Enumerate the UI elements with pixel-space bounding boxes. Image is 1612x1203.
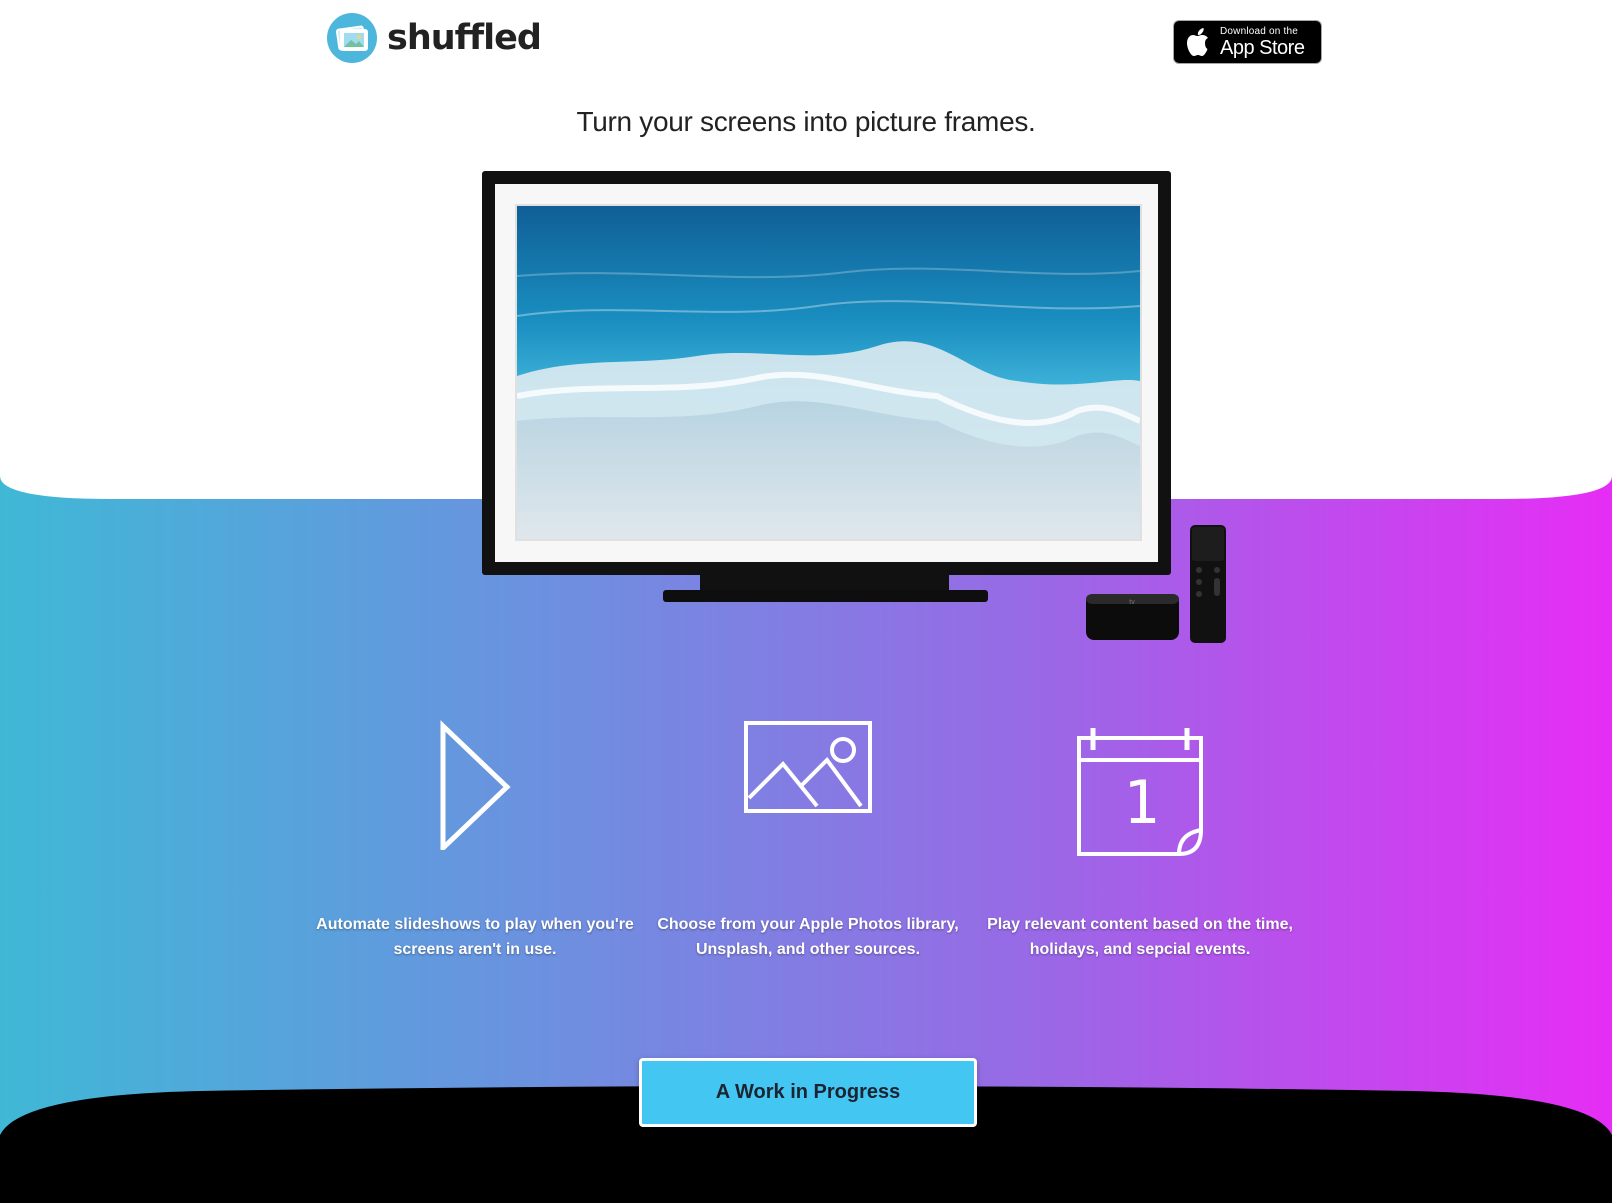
app-store-download-button[interactable]: Download on the App Store bbox=[1173, 20, 1322, 64]
feature-text-sources: Choose from your Apple Photos library, U… bbox=[657, 916, 959, 958]
picture-mat bbox=[495, 184, 1158, 562]
tv-stand-base bbox=[663, 590, 988, 602]
calendar-icon: 1 bbox=[1077, 728, 1203, 856]
logo-photos-icon bbox=[327, 13, 377, 63]
appstore-big-label: App Store bbox=[1220, 36, 1305, 59]
work-in-progress-button[interactable]: A Work in Progress bbox=[639, 1058, 977, 1127]
site-logo[interactable]: shuffled bbox=[327, 13, 542, 63]
tv-frame-illustration bbox=[482, 171, 1171, 575]
feature-text-calendar: Play relevant content based on the time,… bbox=[987, 916, 1293, 958]
play-icon bbox=[440, 720, 511, 850]
svg-text:tv: tv bbox=[1129, 599, 1135, 606]
feature-calendar: 1 Play relevant content based on the tim… bbox=[980, 720, 1300, 962]
appstore-small-label: Download on the bbox=[1220, 25, 1299, 37]
image-icon bbox=[744, 721, 872, 813]
logo-wordmark: shuffled bbox=[387, 18, 542, 58]
hero-tagline: Turn your screens into picture frames. bbox=[576, 106, 1036, 137]
ocean-photo bbox=[515, 204, 1142, 541]
feature-autoplay: Automate slideshows to play when you're … bbox=[315, 720, 635, 962]
svg-text:1: 1 bbox=[1123, 768, 1159, 838]
feature-sources: Choose from your Apple Photos library, U… bbox=[648, 720, 968, 962]
apple-tv-box: tv bbox=[1086, 594, 1179, 640]
apple-icon bbox=[1187, 28, 1208, 56]
apple-tv-remote bbox=[1190, 525, 1226, 643]
feature-text-autoplay: Automate slideshows to play when you're … bbox=[316, 916, 634, 958]
